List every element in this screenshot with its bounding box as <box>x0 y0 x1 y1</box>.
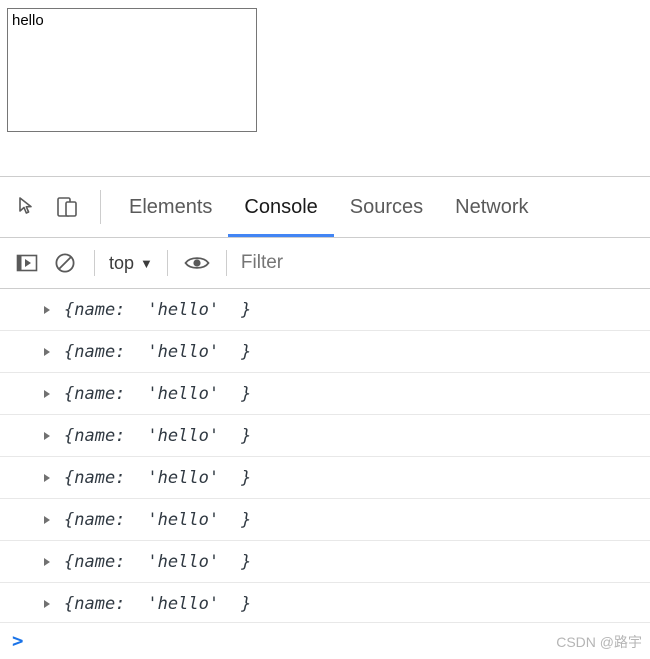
console-message-suffix: } <box>241 467 252 488</box>
filter-input[interactable] <box>240 252 650 274</box>
console-message[interactable]: {name: 'hello' } <box>0 499 650 541</box>
expand-arrow-icon[interactable] <box>44 305 50 314</box>
expand-arrow-icon[interactable] <box>44 473 50 482</box>
browser-page: Elements Console Sources Network <box>0 0 650 659</box>
console-message-value: 'hello' <box>147 383 220 404</box>
console-message-value: 'hello' <box>147 467 220 488</box>
console-message-prefix: {name: <box>64 299 126 320</box>
clear-console-icon[interactable] <box>46 244 84 282</box>
console-message-suffix: } <box>241 341 252 362</box>
console-message-list: {name: 'hello' } {name: 'hello' } {name:… <box>0 289 650 635</box>
console-message-suffix: } <box>241 593 252 614</box>
console-message-suffix: } <box>241 383 252 404</box>
filterbar-divider-1 <box>94 250 95 276</box>
chevron-down-icon: ▼ <box>140 255 153 271</box>
console-message[interactable]: {name: 'hello' } <box>0 541 650 583</box>
console-message-suffix: } <box>241 425 252 446</box>
expand-arrow-icon[interactable] <box>44 599 50 608</box>
prompt-arrow-icon: > <box>12 630 24 652</box>
devtools-panel: Elements Console Sources Network top ▼ F… <box>0 176 650 659</box>
console-message-suffix: } <box>241 551 252 572</box>
console-message[interactable]: {name: 'hello' } <box>0 331 650 373</box>
console-message-prefix: {name: <box>64 425 126 446</box>
console-prompt-row[interactable]: > <box>0 622 650 659</box>
console-message-value: 'hello' <box>147 425 220 446</box>
console-message-prefix: {name: <box>64 509 126 530</box>
expand-arrow-icon[interactable] <box>44 557 50 566</box>
inspect-element-icon[interactable] <box>8 187 48 227</box>
context-selector[interactable]: top ▼ <box>105 253 157 274</box>
expand-arrow-icon[interactable] <box>44 431 50 440</box>
watermark-text: CSDN @路宇 <box>556 634 642 650</box>
execute-snippet-icon[interactable] <box>8 244 46 282</box>
console-message-value: 'hello' <box>147 299 220 320</box>
console-message[interactable]: {name: 'hello' } <box>0 415 650 457</box>
console-message[interactable]: {name: 'hello' } <box>0 289 650 331</box>
console-message-value: 'hello' <box>147 341 220 362</box>
console-message[interactable]: {name: 'hello' } <box>0 583 650 625</box>
expand-arrow-icon[interactable] <box>44 515 50 524</box>
console-filterbar: top ▼ <box>0 238 650 289</box>
console-message[interactable]: {name: 'hello' } <box>0 457 650 499</box>
console-message-prefix: {name: <box>64 383 126 404</box>
console-message-value: 'hello' <box>147 593 220 614</box>
filterbar-divider-3 <box>225 250 227 276</box>
console-message-value: 'hello' <box>147 551 220 572</box>
console-message-suffix: } <box>241 299 252 320</box>
device-toolbar-icon[interactable] <box>48 187 88 227</box>
console-message-value: 'hello' <box>147 509 220 530</box>
live-expression-icon[interactable] <box>178 244 216 282</box>
console-message-prefix: {name: <box>64 341 126 362</box>
textarea-input[interactable] <box>7 8 257 132</box>
console-message-prefix: {name: <box>64 551 126 572</box>
devtools-tabbar: Elements Console Sources Network <box>0 177 650 238</box>
web-page-content <box>0 0 650 176</box>
expand-arrow-icon[interactable] <box>44 347 50 356</box>
console-message-prefix: {name: <box>64 593 126 614</box>
tab-elements[interactable]: Elements <box>113 177 228 237</box>
tab-network[interactable]: Network <box>439 177 544 237</box>
context-selector-label: top <box>109 252 135 273</box>
filterbar-divider-2 <box>166 250 168 276</box>
expand-arrow-icon[interactable] <box>44 389 50 398</box>
tab-console[interactable]: Console <box>228 177 333 237</box>
console-message[interactable]: {name: 'hello' } <box>0 373 650 415</box>
toolbar-divider <box>100 190 101 224</box>
tab-sources[interactable]: Sources <box>334 177 439 237</box>
console-message-prefix: {name: <box>64 467 126 488</box>
console-message-suffix: } <box>241 509 252 530</box>
